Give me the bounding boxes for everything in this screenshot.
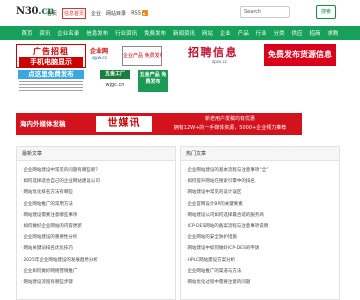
article-list: 企业网站建设中常见的问题有哪些呢？ 如何选择适合自己的企业网站建设公司 网站优化… bbox=[17, 161, 175, 288]
list-item[interactable]: 企业网站建设的重要性分析 bbox=[21, 232, 171, 243]
banner-heading: 五金工厂 bbox=[100, 70, 130, 79]
list-item[interactable]: 如何做好企业网站的内容更新 bbox=[21, 221, 171, 232]
nav-item[interactable]: 产品 bbox=[238, 29, 249, 37]
nav-item[interactable]: 招商 bbox=[309, 29, 320, 37]
nav-item[interactable]: 行业 bbox=[256, 29, 267, 37]
list-item[interactable]: 网站建设中如何做好ICP-DES的申请 bbox=[185, 243, 335, 254]
banner-subheading: 手机电脑显示 bbox=[19, 57, 83, 67]
ad-banner-jobs[interactable]: 招聘信息 zpxx.cc bbox=[186, 44, 256, 68]
wide-ad-line2: 拥有12W+的一手媒体资源，5000+企业倾力推荐 bbox=[173, 125, 287, 131]
search-input[interactable] bbox=[240, 6, 290, 18]
rss-label: RSS bbox=[131, 10, 141, 17]
top-link-home[interactable]: 首页 bbox=[47, 10, 57, 17]
ad-banner-free-post[interactable]: 免费发布货源信息 bbox=[264, 44, 336, 66]
banner-small-print bbox=[19, 81, 83, 91]
list-item[interactable]: 2025年企业网站建设的发展趋势分析 bbox=[21, 255, 171, 266]
top-link-rss[interactable]: RSS bbox=[131, 9, 148, 17]
ad-banner-click-here[interactable]: 点这里免费发布 bbox=[16, 70, 86, 92]
nav-item[interactable]: 供应 bbox=[292, 29, 303, 37]
list-item[interactable]: 企业网站建设中常见的问题有哪些呢？ bbox=[21, 165, 171, 176]
list-item[interactable]: 网站关键词排名优化技巧 bbox=[21, 243, 171, 254]
nav-item[interactable]: 信息发布 bbox=[86, 29, 108, 37]
list-item[interactable]: 网站建设中常见的设计误区 bbox=[185, 187, 335, 198]
popular-articles-panel: 热门文章 企业网站建设的基本流程与注意事项“全” 如何提升网站在搜索引擎中的排名… bbox=[180, 146, 340, 300]
ad-banner-for-rent[interactable]: 广告招租 手机电脑显示 bbox=[16, 44, 86, 68]
list-item[interactable]: 企业如何做好网络营销推广 bbox=[21, 266, 171, 277]
latest-articles-panel: 最新文章 企业网站建设中常见的问题有哪些呢？ 如何选择适合自己的企业网站建设公司… bbox=[16, 146, 176, 300]
list-item[interactable]: 网站建设公司如何选择最合适的服务商 bbox=[185, 210, 335, 221]
nav-item[interactable]: 首页 bbox=[21, 29, 32, 37]
nav-item[interactable]: 求购 bbox=[327, 29, 338, 37]
list-item[interactable]: 企业网站推广的渠道与方法 bbox=[185, 266, 335, 277]
wide-ad-left-text: 海内外媒体发稿 bbox=[20, 120, 66, 128]
list-item[interactable]: 企业官网设计BP的关键要素 bbox=[185, 199, 335, 210]
banner-heading: 点这里免费发布 bbox=[18, 70, 84, 79]
top-link-directory[interactable]: 网站目录 bbox=[106, 10, 126, 17]
list-item[interactable]: HPLC网站建设方案分析 bbox=[185, 255, 335, 266]
logo-main-text: N30 bbox=[16, 6, 39, 17]
banner-logo-text: 企业网 bbox=[90, 48, 109, 55]
nav-item[interactable]: 分类 bbox=[274, 29, 285, 37]
banner-url: wjgc.cn bbox=[105, 82, 125, 88]
search-button[interactable]: 搜索 bbox=[316, 5, 336, 19]
list-item[interactable]: 企业网站推广的常用方法 bbox=[21, 199, 171, 210]
list-item[interactable]: 网站优化排名方法有哪些 bbox=[21, 187, 171, 198]
wide-ad-brand: 世媒讯 bbox=[96, 116, 152, 132]
ad-banner-qyw[interactable]: 企业网 qyw.cc 企业产品 免费发布 bbox=[90, 44, 162, 68]
wide-ad-banner[interactable]: 海内外媒体发稿 世媒讯 新老用户发稿均有优惠 拥有12W+的一手媒体资源，500… bbox=[16, 113, 302, 135]
top-bar: N30.cn 首页 信息首页 企业 网站目录 RSS 搜索 bbox=[0, 0, 360, 24]
list-item[interactable]: 企业网站建设的基本流程与注意事项“全” bbox=[185, 165, 335, 176]
list-item[interactable]: 网站建设需要注意哪些事项 bbox=[21, 210, 171, 221]
nav-item[interactable]: 网站 bbox=[202, 29, 213, 37]
rss-icon bbox=[141, 9, 148, 16]
list-item[interactable]: 如何提升网站在搜索引擎中的排名 bbox=[185, 176, 335, 187]
banner-url: zpxx.cc bbox=[212, 59, 228, 64]
panel-title: 最新文章 bbox=[17, 147, 175, 161]
nav-item[interactable]: 企业 bbox=[220, 29, 231, 37]
list-item[interactable]: ICP-DES网站的备案流程与注意事项说明 bbox=[185, 221, 335, 232]
main-nav: 首页 资讯 企业名录 信息发布 行业资讯 免费发布 新闻资讯 网站 企业 产品 … bbox=[0, 26, 360, 40]
top-link-info-home[interactable]: 信息首页 bbox=[62, 7, 87, 19]
banner-callout: 企业产品 免费发布 bbox=[122, 46, 162, 66]
nav-item[interactable]: 资讯 bbox=[39, 29, 50, 37]
wide-ad-line1: 新老用户发稿均有优惠 bbox=[204, 116, 255, 122]
nav-item[interactable]: 企业名录 bbox=[57, 29, 79, 37]
banner-heading: 招聘信息 bbox=[188, 46, 238, 59]
article-list: 企业网站建设的基本流程与注意事项“全” 如何提升网站在搜索引擎中的排名 网站建设… bbox=[181, 161, 339, 288]
panel-title: 热门文章 bbox=[181, 147, 339, 161]
nav-item[interactable]: 行业资讯 bbox=[115, 29, 137, 37]
list-item[interactable]: 企业网站的安全防护措施 bbox=[185, 232, 335, 243]
ad-banner-hardware-factory[interactable]: 五金工厂 wjgc.cn bbox=[100, 70, 130, 92]
banner-url: qyw.cc bbox=[92, 56, 108, 61]
nav-item[interactable]: 新闻资讯 bbox=[173, 29, 195, 37]
list-item[interactable]: 如何选择适合自己的企业网站建设公司 bbox=[21, 176, 171, 187]
top-links: 首页 信息首页 企业 网站目录 RSS bbox=[47, 7, 153, 19]
ad-banner-hardware-products[interactable]: 五金产品 免费发布 bbox=[138, 70, 168, 92]
list-item[interactable]: 网站优化过程中需要注意的问题 bbox=[185, 277, 335, 288]
top-link-companies[interactable]: 企业 bbox=[91, 10, 101, 17]
banner-heading: 广告招租 bbox=[33, 46, 69, 56]
nav-item[interactable]: 免费发布 bbox=[144, 29, 166, 37]
list-item[interactable]: 网站建设流程有哪些步骤 bbox=[21, 277, 171, 288]
